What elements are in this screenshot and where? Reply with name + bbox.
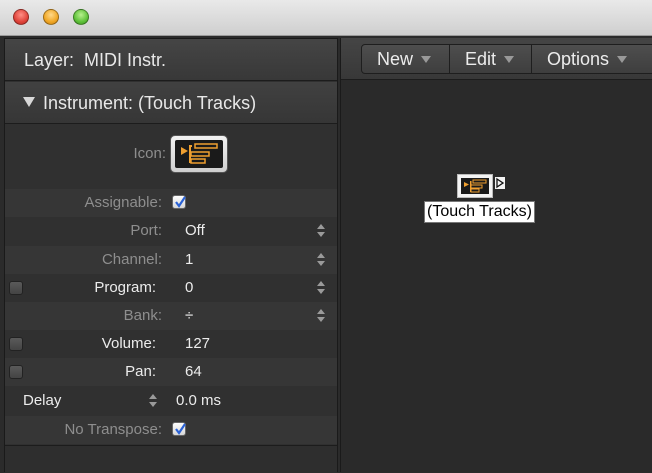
port-stepper-icon[interactable] [316,224,326,238]
zoom-window-button[interactable] [73,9,89,25]
options-menu-label: Options [547,49,610,69]
assignable-label: Assignable: [84,194,162,211]
layer-value: MIDI Instr. [84,50,167,70]
instrument-icon-button[interactable] [170,135,228,173]
channel-stepper-icon[interactable] [316,253,326,267]
no-transpose-label: No Transpose: [64,421,162,438]
port-label: Port: [130,222,162,239]
inspector-panel: Layer: MIDI Instr. Instrument: (Touch Tra… [4,38,338,473]
pan-checkbox[interactable] [9,365,23,379]
layer-header[interactable]: Layer: MIDI Instr. [5,39,337,81]
touch-tracks-object-icon[interactable] [457,174,493,198]
environment-area: New Edit Options (Touch Tracks) [340,38,652,472]
edit-menu-button[interactable]: Edit [450,45,532,73]
assignable-checkbox[interactable] [172,195,186,209]
volume-value[interactable]: 127 [185,330,210,358]
bank-value[interactable]: ÷ [185,302,193,330]
pan-label: Pan: [125,363,156,380]
channel-row: Channel: 1 [5,246,337,274]
delay-row: Delay 0.0 ms [5,387,337,415]
no-transpose-row: No Transpose: [5,416,337,444]
output-port-icon[interactable] [495,176,505,194]
touch-tracks-object-label[interactable]: (Touch Tracks) [424,201,535,223]
program-row: Program: 0 [5,274,337,302]
bank-label: Bank: [123,307,162,324]
program-stepper-icon[interactable] [316,281,326,295]
touch-tracks-icon [175,140,223,168]
chevron-down-icon [504,55,515,63]
edit-menu-label: Edit [465,49,497,69]
options-menu-button[interactable]: Options [532,45,652,73]
delay-mode-stepper-icon[interactable] [148,394,158,408]
instrument-disclosure[interactable]: Instrument: (Touch Tracks) [5,82,337,124]
assignable-row: Assignable: [5,189,337,217]
layer-label: Layer: [24,50,75,70]
inspector-bottom-bar [5,445,337,473]
channel-value[interactable]: 1 [185,246,193,274]
volume-checkbox[interactable] [9,337,23,351]
menu-button-group: New Edit Options [361,44,652,74]
delay-label[interactable]: Delay [23,387,61,415]
minimize-window-button[interactable] [43,9,59,25]
window-titlebar [0,0,652,36]
chevron-down-icon [617,55,628,63]
touch-tracks-icon [461,178,489,194]
program-value[interactable]: 0 [185,274,193,302]
port-value[interactable]: Off [185,217,205,245]
no-transpose-checkbox[interactable] [172,422,186,436]
bank-stepper-icon[interactable] [316,309,326,323]
environment-canvas[interactable]: (Touch Tracks) [341,80,652,472]
disclosure-triangle-icon[interactable] [23,97,35,108]
volume-row: Volume: 127 [5,330,337,358]
environment-toolbar: New Edit Options [341,38,652,80]
chevron-down-icon [421,55,432,63]
close-window-button[interactable] [13,9,29,25]
program-label: Program: [94,279,156,296]
delay-value[interactable]: 0.0 ms [176,387,221,415]
program-checkbox[interactable] [9,281,23,295]
volume-label: Volume: [101,335,156,352]
new-menu-button[interactable]: New [362,45,450,73]
pan-value[interactable]: 64 [185,358,202,386]
new-menu-label: New [377,49,414,69]
port-row: Port: Off [5,217,337,245]
bank-row: Bank: ÷ [5,302,337,330]
instrument-header-title: Instrument: (Touch Tracks) [43,93,257,113]
channel-label: Channel: [101,251,162,268]
pan-row: Pan: 64 [5,358,337,386]
icon-label: Icon: [133,145,166,162]
